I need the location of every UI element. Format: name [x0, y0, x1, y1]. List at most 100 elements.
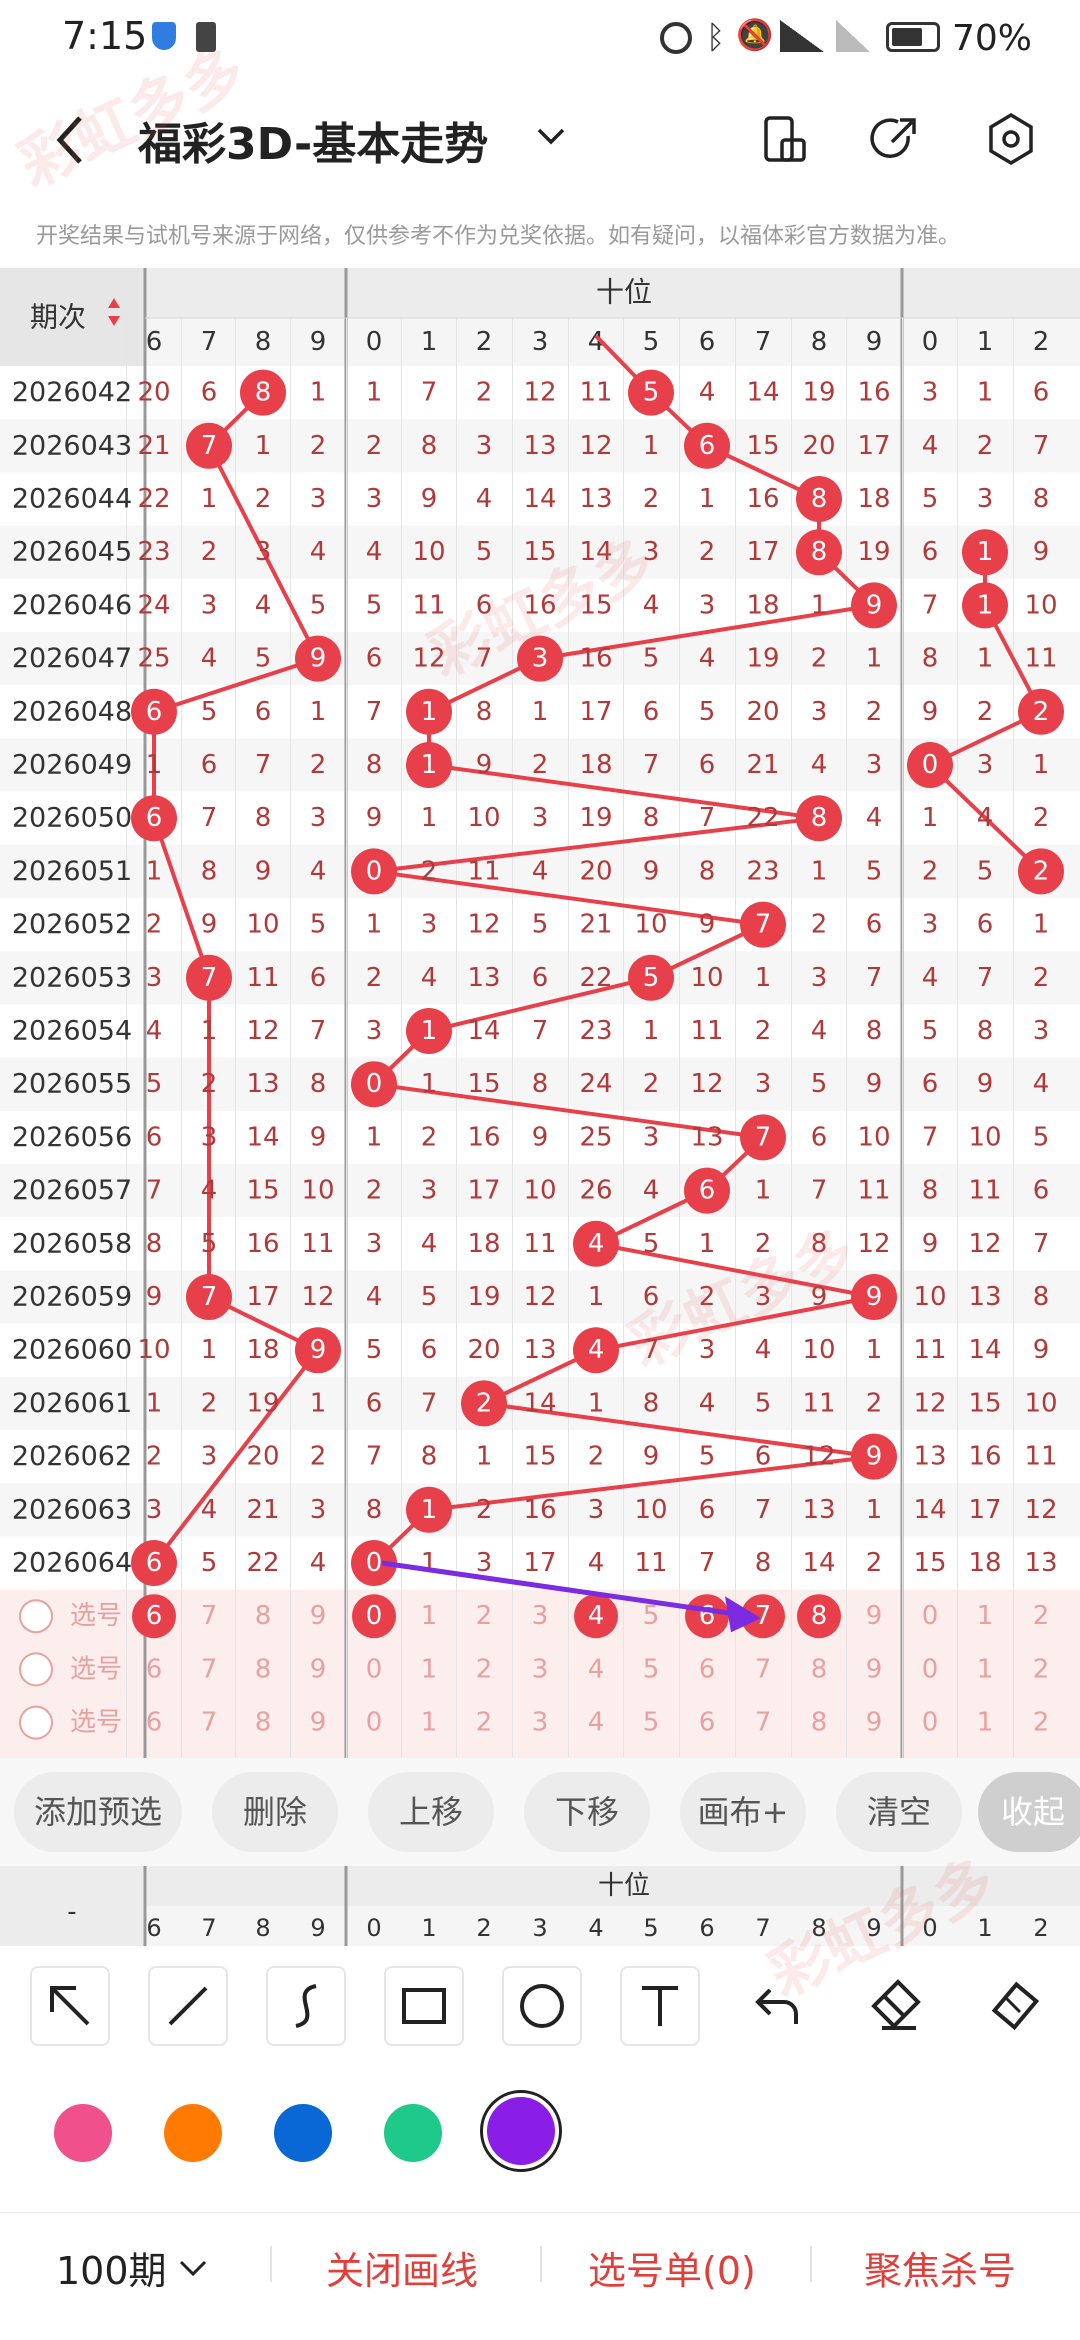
miss-count: 3 — [366, 1229, 383, 1259]
arrow-tool-icon[interactable] — [30, 1966, 110, 2046]
text-tool-icon[interactable] — [620, 1966, 700, 2046]
miss-count: 1 — [866, 1335, 883, 1365]
pick-number[interactable]: 6 — [146, 1601, 163, 1631]
pick-number[interactable]: 0 — [366, 1708, 383, 1738]
pick-number[interactable]: 7 — [755, 1708, 772, 1738]
pick-number[interactable]: 6 — [699, 1601, 716, 1631]
miss-count: 19 — [802, 378, 835, 408]
pick-number[interactable]: 9 — [866, 1601, 883, 1631]
pick-number[interactable]: 7 — [201, 1601, 218, 1631]
pick-number[interactable]: 0 — [366, 1601, 383, 1631]
pick-number[interactable]: 4 — [588, 1708, 605, 1738]
pick-number[interactable]: 0 — [922, 1601, 939, 1631]
pick-number[interactable]: 6 — [146, 1708, 163, 1738]
pick-number[interactable]: 4 — [588, 1601, 605, 1631]
line-tool-icon[interactable] — [148, 1966, 228, 2046]
select-radio[interactable] — [19, 1652, 53, 1687]
pick-number[interactable]: 2 — [1033, 1654, 1050, 1684]
pick-number[interactable]: 1 — [977, 1601, 994, 1631]
clear-button[interactable]: 清空 — [836, 1772, 962, 1852]
pick-number[interactable]: 3 — [532, 1708, 549, 1738]
pick-number[interactable]: 2 — [476, 1654, 493, 1684]
pick-number[interactable]: 9 — [310, 1708, 327, 1738]
settings-icon[interactable] — [986, 112, 1036, 166]
share-icon[interactable] — [870, 114, 920, 164]
pick-number[interactable]: 5 — [643, 1654, 660, 1684]
chevron-down-icon[interactable] — [178, 2258, 208, 2278]
miss-count: 2 — [755, 1016, 772, 1046]
miss-count: 11 — [301, 1229, 334, 1259]
color-pink-swatch[interactable] — [54, 2104, 112, 2162]
miss-count: 8 — [1033, 1282, 1050, 1312]
pick-number[interactable]: 4 — [588, 1654, 605, 1684]
pick-number[interactable]: 8 — [255, 1708, 272, 1738]
pick-number[interactable]: 1 — [977, 1708, 994, 1738]
miss-count: 21 — [137, 431, 170, 461]
footer-digit: 3 — [532, 1914, 547, 1942]
pick-number[interactable]: 8 — [811, 1708, 828, 1738]
pick-number[interactable]: 9 — [866, 1708, 883, 1738]
curve-tool-icon[interactable] — [266, 1966, 346, 2046]
rect-tool-icon[interactable] — [384, 1966, 464, 2046]
period-select[interactable]: 100期 — [56, 2240, 167, 2295]
add-preselect-button[interactable]: 添加预选 — [14, 1772, 182, 1852]
pick-number[interactable]: 2 — [1033, 1708, 1050, 1738]
pick-number[interactable]: 6 — [699, 1654, 716, 1684]
select-radio[interactable] — [19, 1705, 53, 1740]
canvas-plus-button[interactable]: 画布+ — [680, 1772, 806, 1852]
period-cell: 2026046 — [12, 590, 132, 621]
pick-number[interactable]: 7 — [201, 1708, 218, 1738]
miss-count: 10 — [246, 910, 279, 940]
color-orange-swatch[interactable] — [164, 2104, 222, 2162]
pick-number[interactable]: 7 — [755, 1654, 772, 1684]
pick-number[interactable]: 0 — [366, 1654, 383, 1684]
pick-number[interactable]: 8 — [811, 1601, 828, 1631]
pick-number[interactable]: 6 — [146, 1654, 163, 1684]
miss-count: 7 — [532, 1016, 549, 1046]
pick-number[interactable]: 2 — [476, 1708, 493, 1738]
miss-count: 24 — [579, 1069, 612, 1099]
rotate-screen-icon[interactable] — [758, 114, 808, 164]
pick-number[interactable]: 2 — [476, 1601, 493, 1631]
miss-count: 3 — [255, 537, 272, 567]
color-green-swatch[interactable] — [384, 2104, 442, 2162]
pick-number[interactable]: 8 — [255, 1601, 272, 1631]
move-down-button[interactable]: 下移 — [524, 1772, 650, 1852]
pick-number[interactable]: 1 — [421, 1654, 438, 1684]
pick-number[interactable]: 0 — [922, 1654, 939, 1684]
clear-canvas-icon[interactable] — [974, 1966, 1054, 2046]
circle-tool-icon[interactable] — [502, 1966, 582, 2046]
color-purple-swatch-selected[interactable] — [480, 2090, 562, 2172]
pick-number[interactable]: 1 — [421, 1601, 438, 1631]
pick-number[interactable]: 7 — [201, 1654, 218, 1684]
pick-number[interactable]: 3 — [532, 1654, 549, 1684]
color-blue-swatch[interactable] — [274, 2104, 332, 2162]
miss-count: 1 — [977, 644, 994, 674]
pick-list-button[interactable]: 选号单(0) — [588, 2240, 756, 2295]
chevron-down-icon[interactable] — [536, 126, 566, 146]
pick-number[interactable]: 0 — [922, 1708, 939, 1738]
pick-number[interactable]: 9 — [310, 1601, 327, 1631]
eraser-icon[interactable] — [856, 1966, 936, 2046]
move-up-button[interactable]: 上移 — [368, 1772, 494, 1852]
pick-number[interactable]: 5 — [643, 1601, 660, 1631]
pick-number[interactable]: 8 — [811, 1654, 828, 1684]
focus-kill-button[interactable]: 聚焦杀号 — [864, 2240, 1016, 2295]
pick-number[interactable]: 3 — [532, 1601, 549, 1631]
delete-button[interactable]: 删除 — [212, 1772, 338, 1852]
pick-number[interactable]: 9 — [310, 1654, 327, 1684]
select-label: 选号 — [70, 1708, 122, 1738]
pick-number[interactable]: 8 — [255, 1654, 272, 1684]
select-radio[interactable] — [19, 1599, 53, 1634]
pick-number[interactable]: 2 — [1033, 1601, 1050, 1631]
pick-number[interactable]: 5 — [643, 1708, 660, 1738]
pick-number[interactable]: 1 — [421, 1708, 438, 1738]
pick-number[interactable]: 9 — [866, 1654, 883, 1684]
trend-grid[interactable]: 期次 十位 6 7 8 9 0 1 2 3 4 5 6 7 8 9 0 1 2 2026042 20 6 8 1 1 7 2 12 11… — [0, 268, 1080, 1758]
pick-number[interactable]: 6 — [699, 1708, 716, 1738]
pick-number[interactable]: 1 — [977, 1654, 994, 1684]
collapse-button[interactable]: 收起 — [978, 1772, 1080, 1852]
miss-count: 4 — [310, 537, 327, 567]
miss-count: 2 — [922, 856, 939, 886]
close-draw-button[interactable]: 关闭画线 — [326, 2240, 478, 2295]
